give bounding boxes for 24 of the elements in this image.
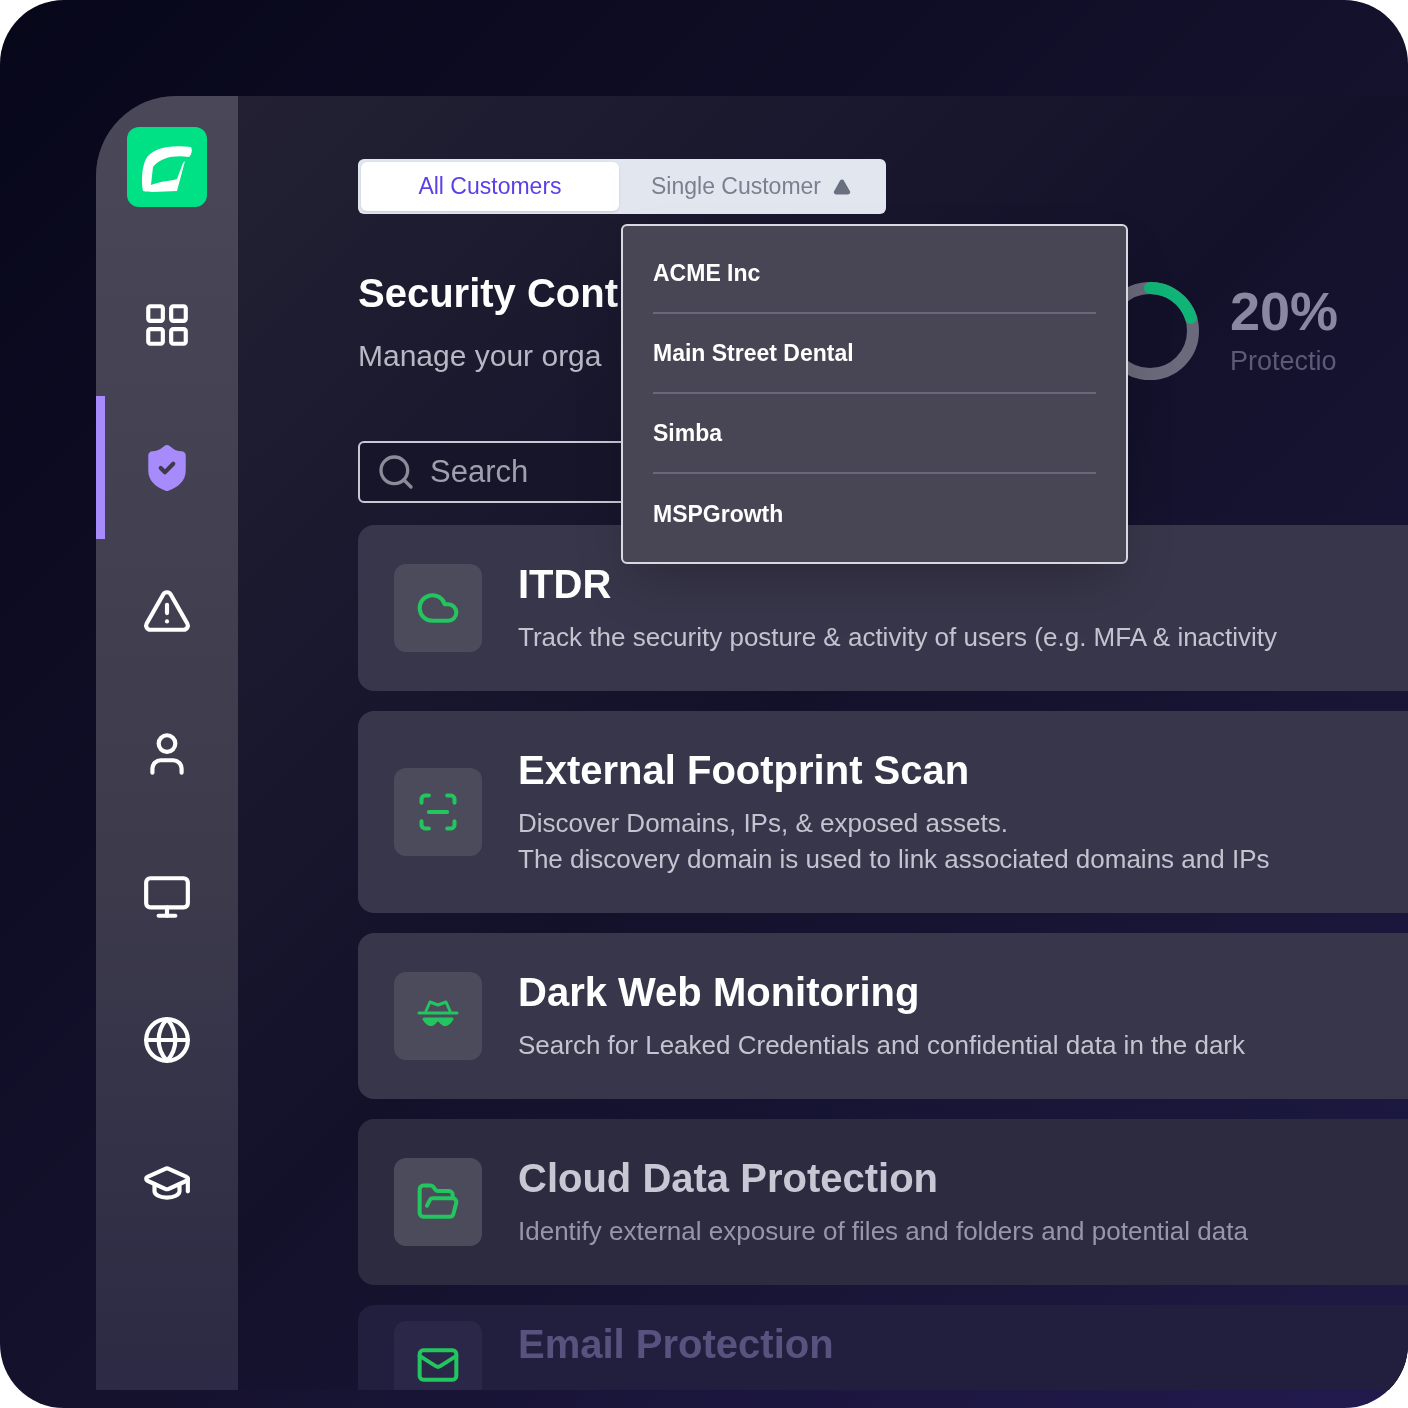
- search-icon: [376, 452, 416, 492]
- app-logo[interactable]: [127, 127, 207, 207]
- card-description: Track the security posture & activity of users (e.g. MFA & inactivity: [518, 621, 1278, 654]
- segment-tab[interactable]: All Customers: [361, 162, 619, 211]
- card-title: Cloud Data Protection: [518, 1155, 940, 1201]
- card-title: Email Protection: [518, 1321, 834, 1367]
- feature-card[interactable]: Dark Web Monitoring Search for Leaked Credentials and confidential data in the dark: [358, 933, 1408, 1099]
- page-subtitle: Manage your orga: [358, 338, 602, 374]
- card-title: ITDR: [518, 561, 613, 607]
- protection-value: 20%: [1230, 280, 1339, 341]
- card-title: Dark Web Monitoring: [518, 969, 921, 1015]
- scan-icon: [416, 790, 460, 834]
- feature-card[interactable]: Cloud Data Protection Identify external exposure of files and folders and potential data: [358, 1119, 1408, 1285]
- menu-item[interactable]: Main Street Dental: [653, 335, 854, 371]
- card-description: Identify external exposure of files and folders and potential data: [518, 1215, 1248, 1248]
- page-title: Security Cont: [358, 270, 619, 317]
- feature-card[interactable]: External Footprint Scan Discover Domains, IPs, & exposed assets. The discovery domain is used to link associated domains and IPs: [358, 711, 1408, 913]
- menu-item[interactable]: ACME Inc: [653, 255, 761, 291]
- card-description: The discovery domain is used to link associated domains and IPs: [518, 843, 1270, 876]
- card-title: External Footprint Scan: [518, 747, 971, 793]
- globe-icon: [142, 1014, 192, 1065]
- protection-label: Protectio: [1230, 344, 1338, 378]
- card-description: Discover Domains, IPs, & exposed assets.: [518, 807, 1009, 840]
- card-description: Search for Leaked Credentials and confidential data in the dark: [518, 1029, 1246, 1062]
